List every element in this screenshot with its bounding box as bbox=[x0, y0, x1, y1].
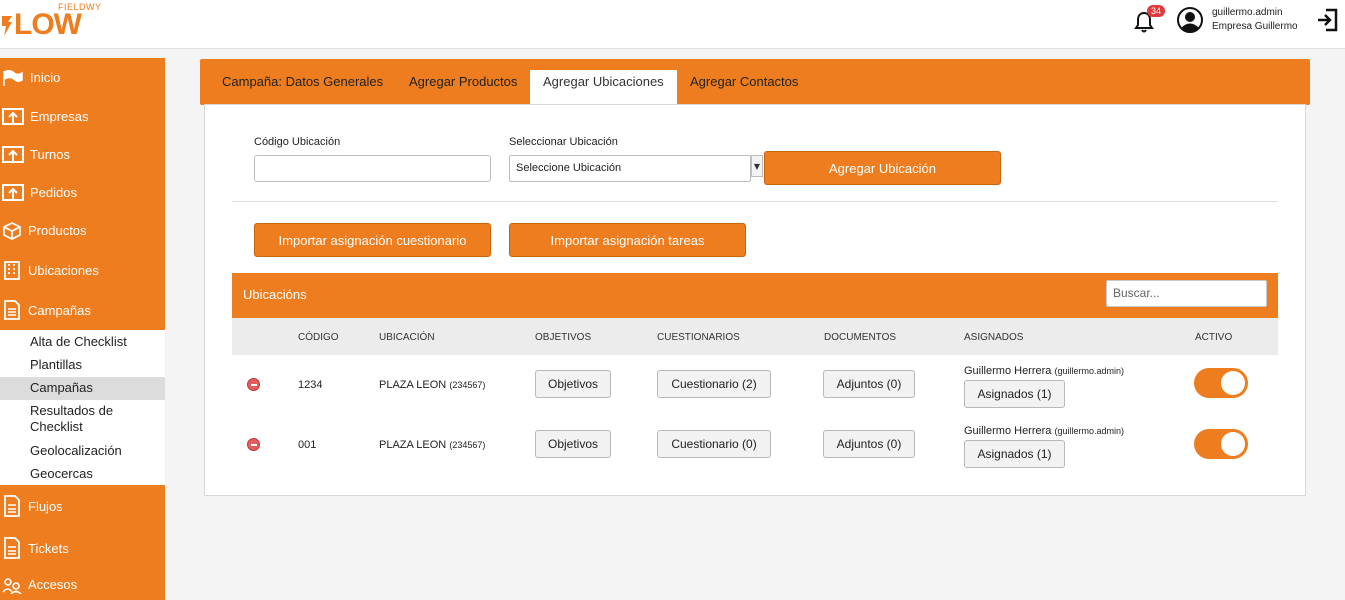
sidebar-item-tickets[interactable]: Tickets bbox=[0, 527, 165, 569]
sidebar: Inicio Empresas Turnos Pedidos Productos… bbox=[0, 58, 165, 600]
sidebar-item-label: Tickets bbox=[28, 540, 69, 556]
assigned-button[interactable]: Asignados (1) bbox=[964, 440, 1065, 468]
row-location: PLAZA LEON (234567) bbox=[379, 439, 486, 451]
col-asignados[interactable]: ASIGNADOS bbox=[964, 332, 1023, 343]
building-icon bbox=[4, 261, 20, 280]
questionnaires-button[interactable]: Cuestionario (2) bbox=[657, 370, 771, 398]
toggle-knob bbox=[1221, 371, 1245, 395]
sidebar-item-label: Campañas bbox=[28, 302, 91, 318]
top-bar: FIELDWY LOW 34 guillermo.admin Empresa G… bbox=[0, 0, 1345, 49]
objectives-button[interactable]: Objetivos bbox=[535, 430, 611, 458]
import-questionnaire-button[interactable]: Importar asignación cuestionario bbox=[254, 223, 491, 257]
code-label: Código Ubicación bbox=[254, 136, 341, 148]
upload-box-icon bbox=[2, 108, 24, 125]
remove-row-icon[interactable] bbox=[247, 378, 260, 391]
campaign-tabs: Campaña: Datos Generales Agregar Product… bbox=[200, 59, 1310, 105]
active-toggle[interactable] bbox=[1194, 368, 1248, 398]
assigned-name: Guillermo Herrera (guillermo.admin) bbox=[964, 425, 1125, 437]
assigned-name: Guillermo Herrera (guillermo.admin) bbox=[964, 365, 1125, 377]
tab-agregar-contactos[interactable]: Agregar Contactos bbox=[677, 70, 811, 105]
flag-icon bbox=[3, 69, 23, 86]
sidebar-item-label: Pedidos bbox=[30, 184, 77, 200]
sidebar-item-inicio[interactable]: Inicio bbox=[0, 58, 165, 97]
toggle-knob bbox=[1221, 432, 1245, 456]
document-icon bbox=[4, 537, 20, 559]
chevron-down-icon[interactable]: ▼ bbox=[751, 155, 763, 177]
logo-mark-icon bbox=[2, 16, 12, 36]
col-activo[interactable]: ACTIVO bbox=[1195, 332, 1232, 343]
tab-agregar-ubicaciones[interactable]: Agregar Ubicaciones bbox=[530, 70, 677, 105]
upload-box-icon bbox=[2, 184, 24, 201]
tab-datos-generales[interactable]: Campaña: Datos Generales bbox=[209, 70, 396, 105]
questionnaires-button[interactable]: Cuestionario (0) bbox=[657, 430, 771, 458]
import-tasks-button[interactable]: Importar asignación tareas bbox=[509, 223, 746, 257]
avatar[interactable] bbox=[1177, 7, 1203, 33]
sidebar-item-flujos[interactable]: Flujos bbox=[0, 485, 165, 527]
col-objetivos[interactable]: OBJETIVOS bbox=[535, 332, 591, 343]
user-company: Empresa Guillermo bbox=[1212, 21, 1298, 32]
users-icon bbox=[2, 577, 22, 594]
sidebar-item-productos[interactable]: Productos bbox=[0, 211, 165, 250]
sidebar-subitem-plantillas[interactable]: Plantillas bbox=[0, 357, 165, 372]
col-codigo[interactable]: CÓDIGO bbox=[298, 332, 339, 343]
sidebar-item-label: Flujos bbox=[28, 498, 63, 514]
row-code: 001 bbox=[298, 439, 317, 451]
attachments-button[interactable]: Adjuntos (0) bbox=[823, 430, 915, 458]
sidebar-item-accesos[interactable]: Accesos bbox=[0, 569, 165, 600]
sidebar-item-turnos[interactable]: Turnos bbox=[0, 135, 165, 173]
sidebar-item-label: Accesos bbox=[28, 577, 78, 592]
sidebar-subitem-campanas[interactable]: Campañas bbox=[0, 377, 165, 400]
app-logo[interactable]: FIELDWY LOW bbox=[0, 2, 120, 44]
document-icon bbox=[4, 495, 20, 517]
user-name: guillermo.admin bbox=[1212, 7, 1283, 18]
sidebar-item-label: Inicio bbox=[30, 70, 61, 85]
sidebar-item-label: Productos bbox=[28, 223, 87, 238]
logo-text: LOW bbox=[14, 8, 82, 41]
sidebar-item-empresas[interactable]: Empresas bbox=[0, 97, 165, 135]
assigned-button[interactable]: Asignados (1) bbox=[964, 380, 1065, 408]
sidebar-subitem-resultados[interactable]: Resultados de Checklist bbox=[0, 403, 140, 435]
notification-badge: 34 bbox=[1147, 5, 1166, 17]
row-code: 1234 bbox=[298, 379, 323, 391]
code-input[interactable] bbox=[254, 155, 491, 182]
table-title: Ubicacións bbox=[243, 287, 307, 302]
search-input[interactable]: Buscar... bbox=[1106, 280, 1267, 307]
upload-box-icon bbox=[2, 146, 24, 163]
attachments-button[interactable]: Adjuntos (0) bbox=[823, 370, 915, 398]
cube-icon bbox=[3, 221, 21, 240]
document-icon bbox=[4, 300, 20, 320]
remove-row-icon[interactable] bbox=[247, 438, 260, 451]
sidebar-subitem-geocercas[interactable]: Geocercas bbox=[0, 466, 165, 481]
sidebar-item-label: Ubicaciones bbox=[28, 262, 99, 278]
col-documentos[interactable]: DOCUMENTOS bbox=[824, 332, 896, 343]
sidebar-item-campanas[interactable]: Campañas bbox=[0, 290, 165, 330]
col-cuestionarios[interactable]: CUESTIONARIOS bbox=[657, 332, 740, 343]
sidebar-subitem-alta-checklist[interactable]: Alta de Checklist bbox=[0, 334, 165, 349]
add-location-button[interactable]: Agregar Ubicación bbox=[764, 151, 1001, 185]
sidebar-item-label: Empresas bbox=[30, 108, 89, 124]
sidebar-item-ubicaciones[interactable]: Ubicaciones bbox=[0, 250, 165, 290]
objectives-button[interactable]: Objetivos bbox=[535, 370, 611, 398]
col-ubicacion[interactable]: UBICACIÓN bbox=[379, 332, 435, 343]
tab-agregar-productos[interactable]: Agregar Productos bbox=[396, 70, 530, 105]
location-select[interactable]: Seleccione Ubicación bbox=[509, 155, 751, 182]
logout-icon[interactable] bbox=[1316, 8, 1338, 32]
sidebar-item-label: Turnos bbox=[30, 146, 70, 162]
active-toggle[interactable] bbox=[1194, 429, 1248, 459]
sidebar-subitem-geolocalizacion[interactable]: Geolocalización bbox=[0, 443, 165, 458]
row-location: PLAZA LEON (234567) bbox=[379, 379, 486, 391]
divider bbox=[232, 201, 1278, 202]
select-label: Seleccionar Ubicación bbox=[509, 136, 618, 148]
sidebar-item-pedidos[interactable]: Pedidos bbox=[0, 173, 165, 211]
